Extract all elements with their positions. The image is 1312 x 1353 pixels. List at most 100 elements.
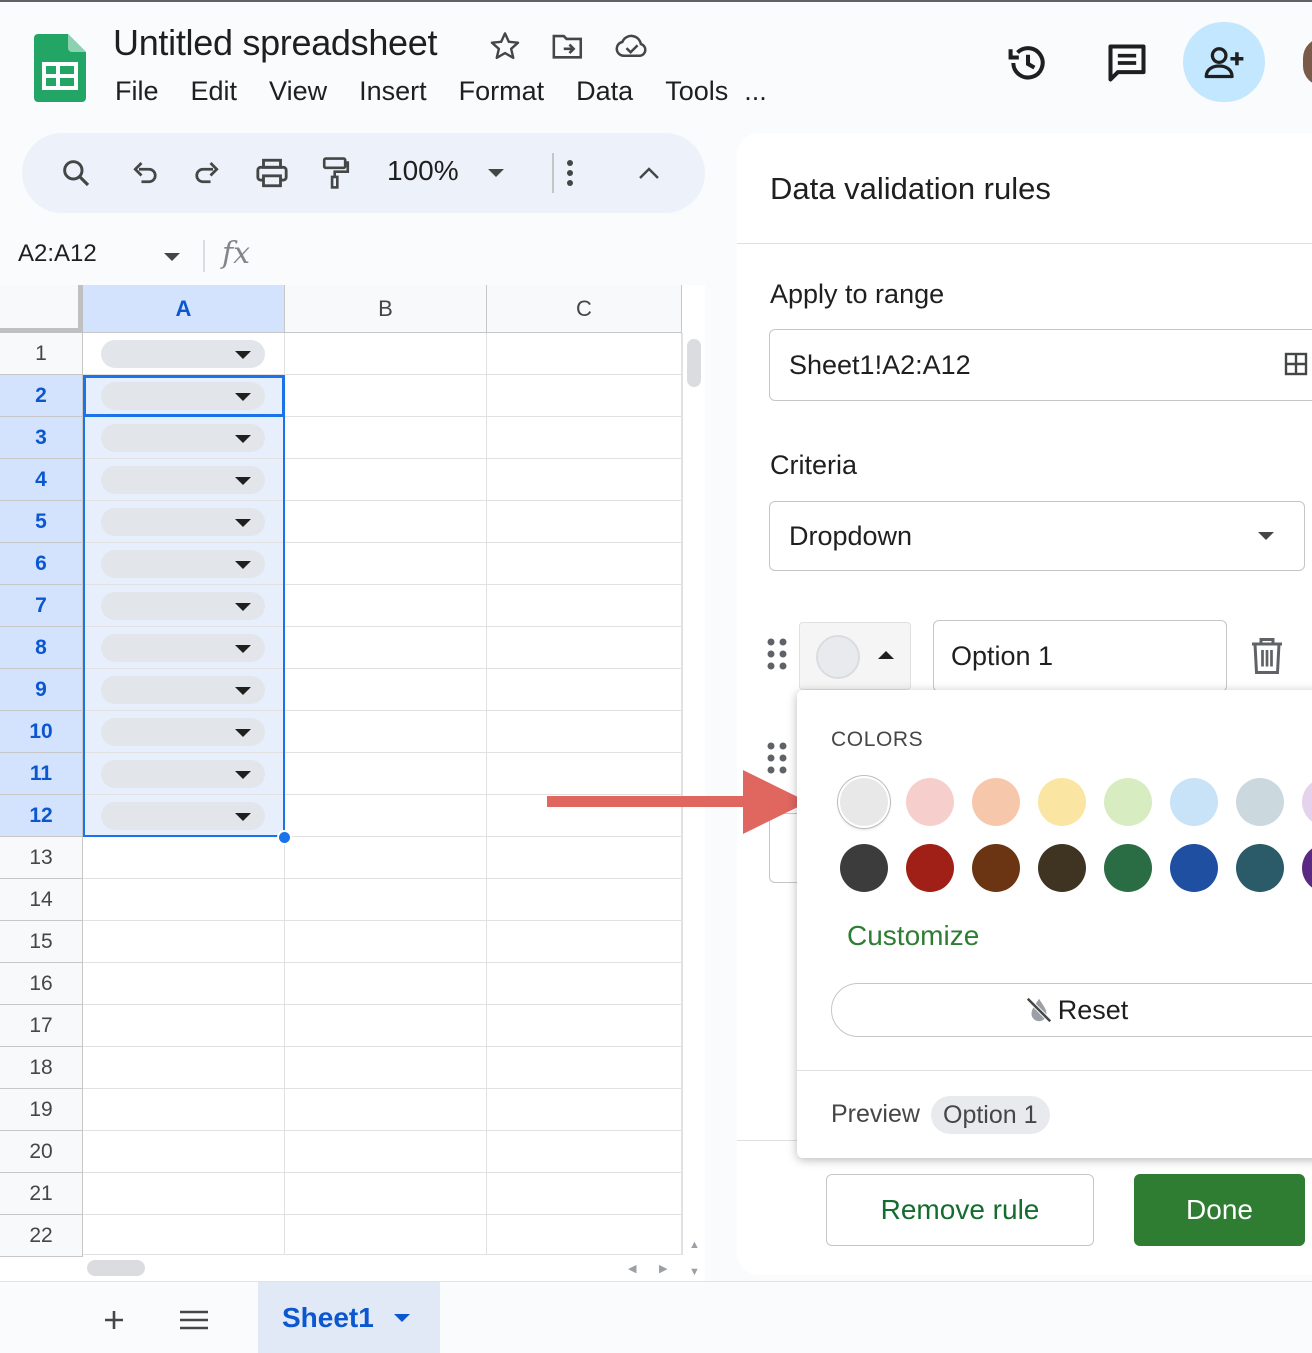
zoom-select[interactable]: 100%: [387, 155, 459, 187]
share-button[interactable]: [1183, 22, 1265, 102]
grid-cell[interactable]: [83, 1131, 285, 1173]
grid-cell[interactable]: [285, 1215, 487, 1257]
version-history-icon[interactable]: [1001, 36, 1055, 90]
column-header-b[interactable]: B: [285, 285, 487, 333]
color-swatch[interactable]: [972, 844, 1020, 892]
row-header[interactable]: 21: [0, 1173, 83, 1215]
row-header[interactable]: 6: [0, 543, 83, 585]
row-header[interactable]: 12: [0, 795, 83, 837]
dropdown-chip[interactable]: [101, 802, 265, 830]
grid-cell[interactable]: [285, 669, 487, 711]
column-header-a[interactable]: A: [83, 285, 285, 333]
color-swatch[interactable]: [1038, 778, 1086, 826]
menu-more[interactable]: ...: [744, 76, 767, 107]
customize-color-link[interactable]: Customize: [847, 920, 979, 952]
grid-cell[interactable]: [487, 627, 682, 669]
grid-cell[interactable]: [285, 795, 487, 837]
grid-cell[interactable]: [285, 501, 487, 543]
dropdown-chip[interactable]: [101, 676, 265, 704]
add-sheet-icon[interactable]: [96, 1302, 132, 1338]
horizontal-scrollbar[interactable]: ◀ ▶: [83, 1254, 683, 1281]
row-header[interactable]: 18: [0, 1047, 83, 1089]
row-header[interactable]: 8: [0, 627, 83, 669]
grid-cell[interactable]: [487, 459, 682, 501]
grid-cell[interactable]: [487, 375, 682, 417]
move-to-folder-icon[interactable]: [550, 28, 586, 64]
grid-cell[interactable]: [487, 921, 682, 963]
row-header[interactable]: 7: [0, 585, 83, 627]
grid-cell[interactable]: [285, 1131, 487, 1173]
row-header[interactable]: 5: [0, 501, 83, 543]
grid-cell[interactable]: [83, 921, 285, 963]
menu-file[interactable]: File: [115, 76, 159, 107]
grid-cell[interactable]: [487, 501, 682, 543]
grid-cell[interactable]: [285, 333, 487, 375]
select-all-corner[interactable]: [0, 285, 83, 333]
grid-cell[interactable]: [487, 1131, 682, 1173]
row-header[interactable]: 13: [0, 837, 83, 879]
grid-cell[interactable]: [487, 1089, 682, 1131]
avatar[interactable]: [1303, 38, 1312, 86]
color-swatch[interactable]: [1236, 844, 1284, 892]
column-header-c[interactable]: C: [487, 285, 682, 333]
grid-cell[interactable]: [83, 543, 285, 585]
grid-cell[interactable]: [83, 1215, 285, 1257]
row-header[interactable]: 9: [0, 669, 83, 711]
grid-cell[interactable]: [83, 459, 285, 501]
grid-cell[interactable]: [487, 1173, 682, 1215]
grid-cell[interactable]: [285, 837, 487, 879]
grid-cell[interactable]: [285, 1089, 487, 1131]
search-icon[interactable]: [54, 151, 98, 195]
color-swatch[interactable]: [1170, 844, 1218, 892]
color-swatch[interactable]: [840, 778, 888, 826]
grid-cell[interactable]: [83, 1089, 285, 1131]
color-swatch[interactable]: [972, 778, 1020, 826]
menu-data[interactable]: Data: [576, 76, 633, 107]
sheet-tab-dropdown-icon[interactable]: [393, 1314, 410, 1322]
row-header[interactable]: 4: [0, 459, 83, 501]
drag-handle-icon[interactable]: [765, 636, 789, 676]
menu-tools[interactable]: Tools: [665, 76, 728, 107]
row-header[interactable]: 16: [0, 963, 83, 1005]
redo-icon[interactable]: [186, 151, 230, 195]
row-header[interactable]: 15: [0, 921, 83, 963]
dropdown-chip[interactable]: [101, 718, 265, 746]
star-icon[interactable]: [487, 28, 523, 64]
grid-cell[interactable]: [83, 333, 285, 375]
sheet-tab-sheet1[interactable]: Sheet1: [258, 1282, 440, 1353]
grid-cell[interactable]: [285, 1005, 487, 1047]
menu-view[interactable]: View: [269, 76, 327, 107]
grid-cell[interactable]: [83, 963, 285, 1005]
cloud-saved-icon[interactable]: [614, 28, 650, 64]
row-header[interactable]: 14: [0, 879, 83, 921]
color-swatch[interactable]: [1302, 778, 1312, 826]
criteria-select[interactable]: Dropdown: [769, 501, 1305, 571]
document-title[interactable]: Untitled spreadsheet: [113, 22, 438, 64]
color-swatch[interactable]: [1104, 778, 1152, 826]
collapse-menu-icon[interactable]: [627, 151, 671, 195]
grid-cell[interactable]: [83, 501, 285, 543]
grid-cell[interactable]: [285, 375, 487, 417]
menu-insert[interactable]: Insert: [359, 76, 427, 107]
scroll-right-arrow-icon[interactable]: ▶: [659, 1262, 667, 1275]
grid-cell[interactable]: [285, 543, 487, 585]
row-header[interactable]: 20: [0, 1131, 83, 1173]
dropdown-chip[interactable]: [101, 550, 265, 578]
dropdown-chip[interactable]: [101, 382, 265, 410]
grid-cell[interactable]: [487, 879, 682, 921]
reset-color-button[interactable]: Reset: [831, 983, 1312, 1037]
grid-cell[interactable]: [285, 417, 487, 459]
grid-cell[interactable]: [285, 963, 487, 1005]
grid-cell[interactable]: [487, 417, 682, 459]
scroll-up-arrow-icon[interactable]: ▲: [689, 1239, 700, 1251]
grid-cell[interactable]: [83, 1005, 285, 1047]
dropdown-chip[interactable]: [101, 466, 265, 494]
scroll-left-arrow-icon[interactable]: ◀: [628, 1262, 636, 1275]
horizontal-scroll-thumb[interactable]: [87, 1260, 145, 1276]
grid-cell[interactable]: [83, 1047, 285, 1089]
sheets-logo-icon[interactable]: [34, 34, 86, 102]
grid-cell[interactable]: [285, 921, 487, 963]
dropdown-chip[interactable]: [101, 634, 265, 662]
grid-cell[interactable]: [285, 879, 487, 921]
grid-cell[interactable]: [83, 795, 285, 837]
